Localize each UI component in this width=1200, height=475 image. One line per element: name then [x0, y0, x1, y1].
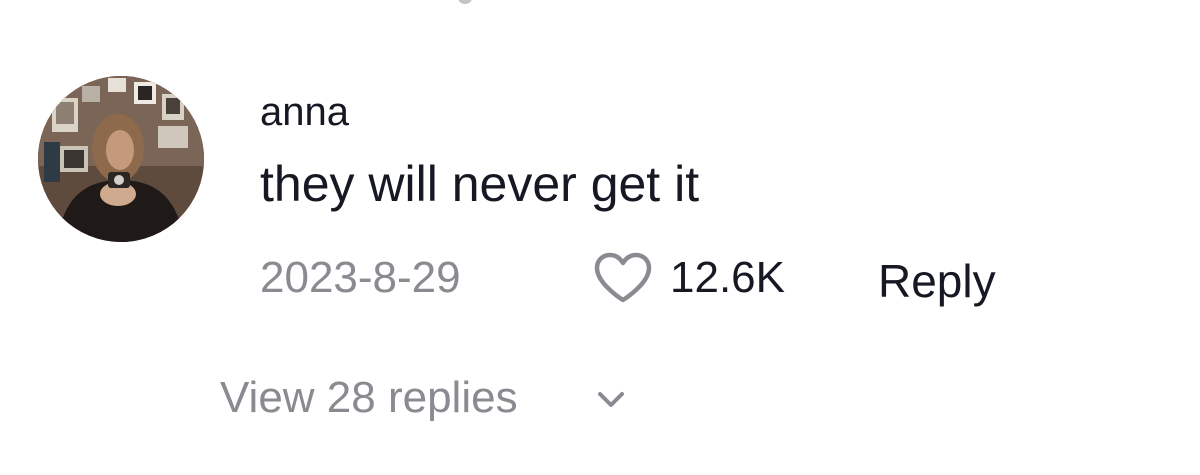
like-count: 12.6K [670, 253, 785, 302]
heart-outline-icon [594, 252, 652, 303]
comment-item: anna they will never get it 2023-8-29 12… [0, 0, 1200, 475]
reply-button[interactable]: Reply [878, 254, 996, 308]
avatar-photo [38, 76, 204, 242]
comment-username[interactable]: anna [260, 88, 349, 136]
comment-text: they will never get it [260, 156, 700, 212]
chevron-down-icon [598, 392, 624, 407]
avatar[interactable] [38, 76, 204, 242]
comment-meta-row: 2023-8-29 12.6K Reply [260, 248, 1160, 308]
comment-date: 2023-8-29 [260, 253, 461, 302]
view-replies-label: View 28 replies [220, 373, 518, 422]
